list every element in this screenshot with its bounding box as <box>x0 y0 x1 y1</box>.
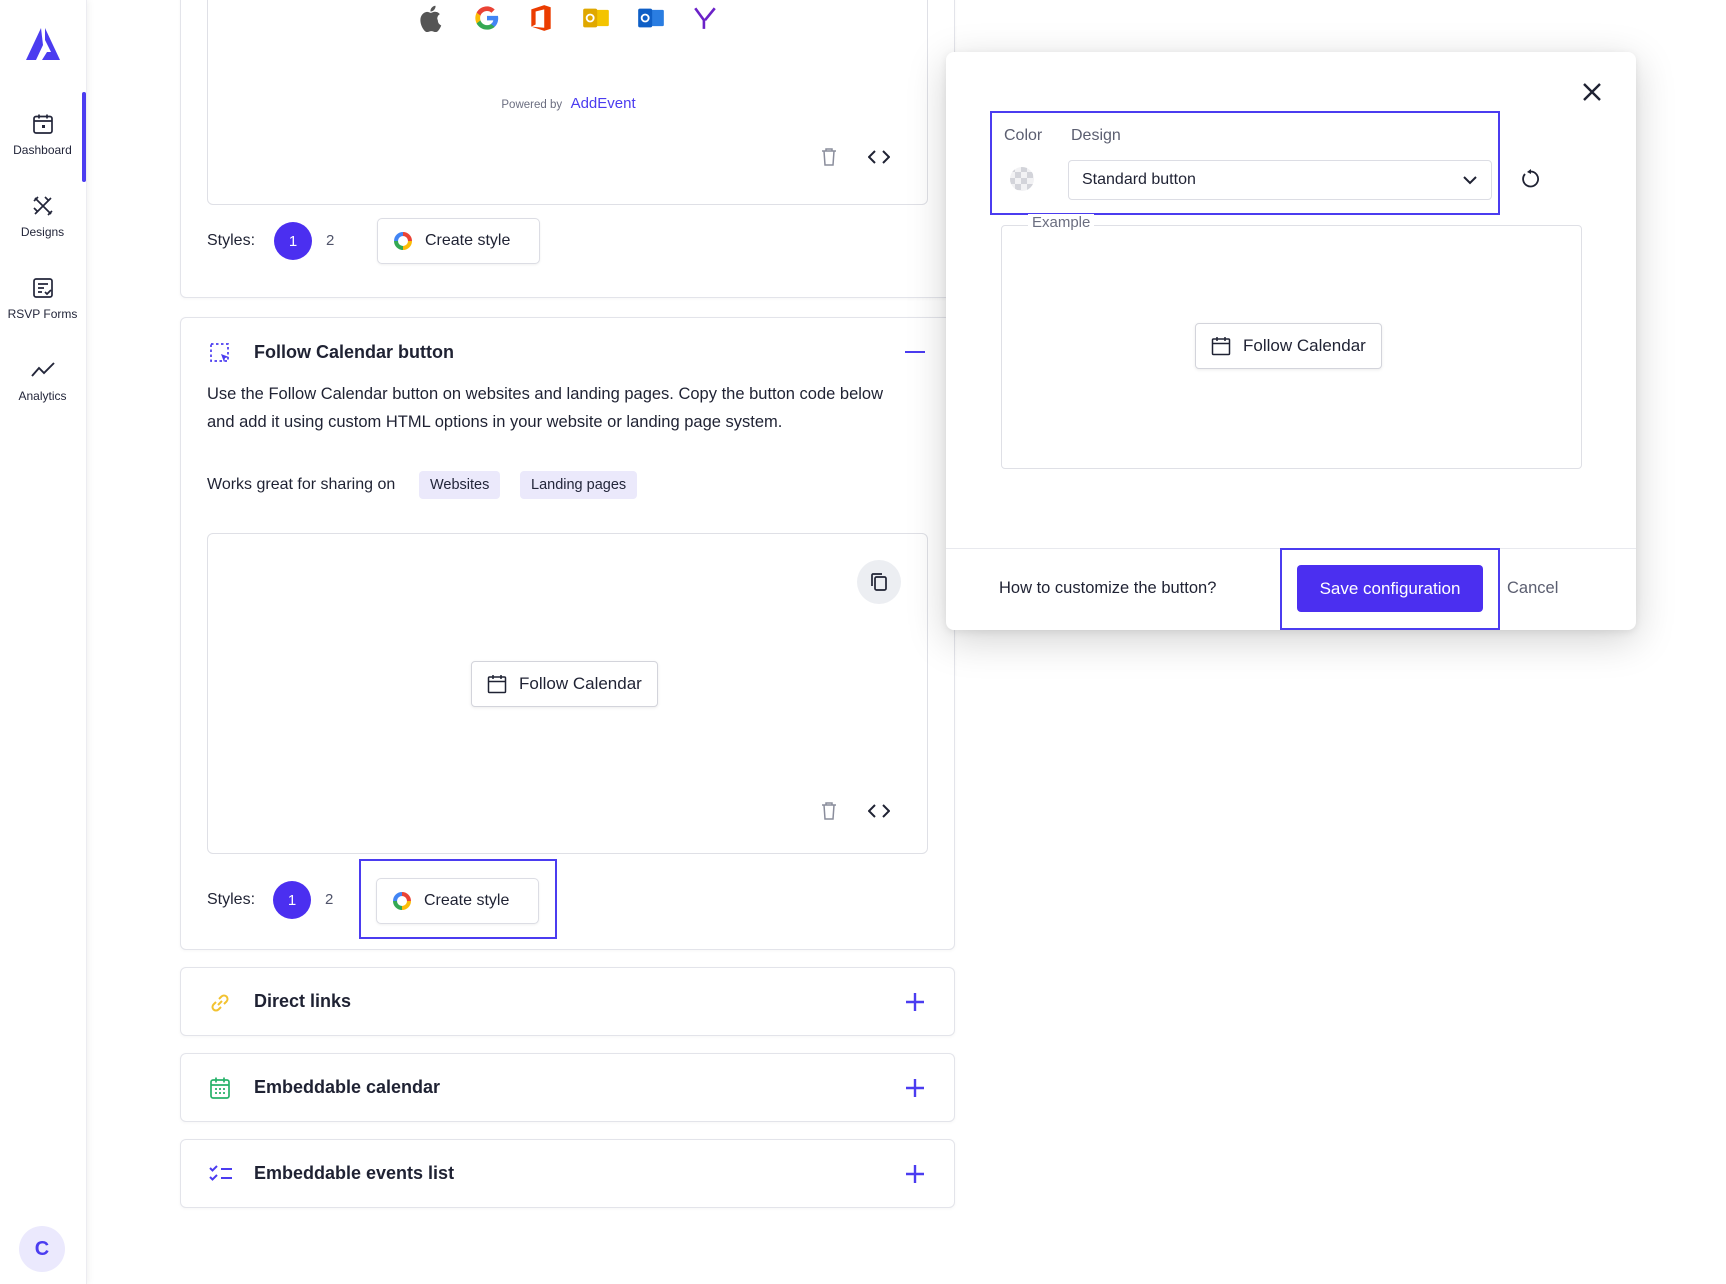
follow-calendar-title: Follow Calendar button <box>254 342 454 362</box>
follow-calendar-preview-button[interactable]: Follow Calendar <box>471 661 658 707</box>
section-title: Embeddable calendar <box>254 1077 441 1097</box>
google-icon <box>475 6 499 30</box>
sidebar-item-label: Dashboard <box>13 143 72 157</box>
addevent-logo[interactable] <box>22 26 64 64</box>
follow-preview-area: Follow Calendar <box>207 533 928 854</box>
reset-icon[interactable] <box>1520 168 1542 190</box>
copy-button[interactable] <box>857 560 901 604</box>
yahoo-icon <box>694 7 716 29</box>
trash-icon <box>822 802 836 820</box>
follow-calendar-label: Follow Calendar <box>519 674 642 693</box>
how-to-customize-link[interactable]: How to customize the button? <box>999 579 1216 598</box>
create-style-button[interactable]: Create style <box>377 218 540 264</box>
code-icon <box>868 804 890 818</box>
calendar-grid-icon <box>210 1077 230 1099</box>
sidebar-item-label: Designs <box>20 225 65 239</box>
style-2-button[interactable]: 2 <box>325 891 333 908</box>
addevent-brand-link[interactable]: AddEvent <box>571 95 636 112</box>
expand-plus-icon[interactable] <box>904 991 926 1013</box>
sidebar-item-rsvp-forms[interactable]: RSVP Forms <box>0 276 85 321</box>
calendar-icon <box>487 675 507 694</box>
code-button[interactable] <box>864 142 894 172</box>
style-1-button[interactable]: 1 <box>274 222 312 260</box>
sidebar-item-analytics[interactable]: Analytics <box>0 358 85 403</box>
outlook-com-icon <box>638 8 664 28</box>
trash-icon <box>822 148 836 166</box>
cancel-button[interactable]: Cancel <box>1507 579 1558 598</box>
example-preview-box: Follow Calendar <box>1001 225 1582 469</box>
section-direct-links[interactable]: Direct links <box>180 967 955 1036</box>
copy-icon <box>871 573 887 591</box>
close-icon[interactable] <box>1582 82 1602 102</box>
sidebar-item-dashboard[interactable]: Dashboard <box>0 112 85 157</box>
top-preview-area: Powered by AddEvent <box>207 0 928 205</box>
sidebar-item-label: RSVP Forms <box>7 307 78 321</box>
section-embeddable-events-list[interactable]: Embeddable events list <box>180 1139 955 1208</box>
sidebar-item-designs[interactable]: Designs <box>0 194 85 239</box>
rsvp-forms-icon <box>32 278 53 298</box>
section-title: Embeddable events list <box>254 1163 455 1183</box>
code-button[interactable] <box>864 796 894 826</box>
color-wheel-icon <box>394 232 412 250</box>
delete-button[interactable] <box>814 142 844 172</box>
color-design-highlight <box>990 111 1500 215</box>
styles-label: Styles: <box>207 891 256 908</box>
designs-icon <box>32 196 53 216</box>
section-embeddable-calendar[interactable]: Embeddable calendar <box>180 1053 955 1122</box>
style-1-button[interactable]: 1 <box>273 881 311 919</box>
styles-label: Styles: <box>207 232 256 249</box>
create-style-label: Create style <box>425 232 511 249</box>
code-icon <box>868 150 890 164</box>
calendar-icon <box>32 114 53 134</box>
button-select-icon <box>210 343 229 362</box>
top-card: Powered by AddEvent Styles: 1 2 Create s… <box>180 0 955 298</box>
analytics-icon <box>30 362 55 377</box>
expand-plus-icon[interactable] <box>904 1077 926 1099</box>
link-icon <box>211 994 229 1012</box>
sidebar: Dashboard Designs RSVP Forms Analytics C <box>0 0 87 1284</box>
save-highlight <box>1280 548 1500 630</box>
create-style-highlight <box>359 859 557 939</box>
follow-calendar-description: Use the Follow Calendar button on websit… <box>207 385 884 431</box>
calendar-icon <box>1211 337 1231 356</box>
powered-by: Powered by AddEvent <box>501 95 636 112</box>
tag-websites: Websites <box>419 471 501 499</box>
checklist-icon <box>209 1165 232 1181</box>
section-title: Direct links <box>254 991 352 1011</box>
delete-button[interactable] <box>814 796 844 826</box>
expand-plus-icon[interactable] <box>904 1163 926 1185</box>
example-label: Example <box>1028 214 1095 231</box>
collapse-minus-icon[interactable] <box>905 351 925 353</box>
example-follow-calendar-button[interactable]: Follow Calendar <box>1195 323 1382 369</box>
apple-icon <box>420 5 442 32</box>
tag-landing-pages: Landing pages <box>520 471 638 499</box>
outlook-icon <box>583 8 609 28</box>
user-avatar[interactable]: C <box>19 1226 65 1272</box>
sidebar-item-label: Analytics <box>18 389 67 403</box>
customize-button-modal: Color Design Standard button Follow Cale… <box>946 52 1636 630</box>
example-button-label: Follow Calendar <box>1243 336 1366 355</box>
style-2-button[interactable]: 2 <box>326 232 334 249</box>
works-great-label: Works great for sharing on <box>207 476 396 493</box>
office365-icon <box>531 5 551 31</box>
